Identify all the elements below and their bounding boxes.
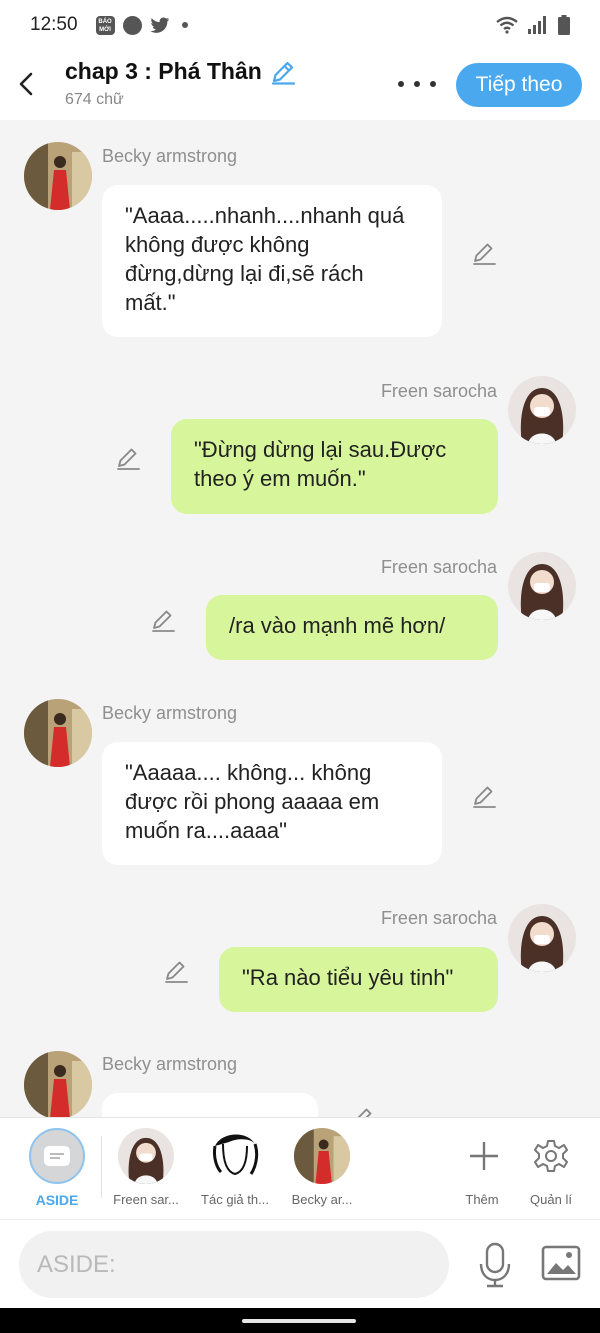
character-freen[interactable]: Freen sar... (108, 1128, 184, 1207)
aside-avatar (29, 1128, 85, 1184)
message-bubble[interactable]: "Aaaa.....nhanh....nhanh quá không được … (102, 185, 442, 337)
message-bubble[interactable]: /ra vào mạnh mẽ hơn/ (206, 595, 498, 660)
battery-icon (558, 15, 570, 35)
compass-icon (122, 15, 142, 35)
input-row (0, 1219, 600, 1308)
character-label: ASIDE (35, 1192, 79, 1208)
image-icon[interactable] (541, 1244, 581, 1282)
add-label: Thêm (465, 1192, 499, 1207)
more-dot-icon (430, 81, 436, 87)
more-dot-icon (414, 81, 420, 87)
bao-moi-icon: BÁO MỚI (95, 15, 115, 35)
sender-name: Becky armstrong (102, 703, 238, 723)
message-bubble[interactable] (102, 1093, 318, 1117)
avatar-freen[interactable] (508, 904, 576, 972)
edit-message-icon[interactable] (350, 1105, 376, 1117)
edit-title-icon[interactable] (270, 59, 296, 85)
word-count: 674 chữ (65, 91, 124, 108)
edit-message-icon[interactable] (150, 607, 176, 633)
back-arrow-icon (19, 72, 33, 96)
chat-area[interactable]: Becky armstrong "Aaaa.....nhanh....nhanh… (0, 120, 600, 1117)
message-bubble[interactable]: "Ra nào tiểu yêu tinh" (219, 947, 498, 1012)
plus-icon (470, 1142, 498, 1170)
character-label: Becky ar... (291, 1192, 353, 1207)
divider (101, 1136, 102, 1198)
manage-label: Quản lí (530, 1192, 572, 1207)
more-options-button[interactable] (398, 70, 436, 98)
message-bubble[interactable]: "Aaaaa.... không... không được rồi phong… (102, 742, 442, 865)
edit-message-icon[interactable] (471, 783, 497, 809)
back-button[interactable] (10, 64, 42, 104)
more-dot-icon (398, 81, 404, 87)
sender-name: Freen sarocha (380, 381, 497, 401)
notification-icons: BÁO MỚI (95, 15, 188, 35)
avatar-freen[interactable] (508, 552, 576, 620)
character-bar: ASIDE Freen sar... Tác giả th... Becky a… (0, 1117, 600, 1219)
message-bubble[interactable]: "Đừng dừng lại sau.Được theo ý em muốn." (171, 419, 498, 514)
aside-bubble-icon (44, 1146, 70, 1166)
dot-icon (181, 22, 188, 28)
character-aside[interactable]: ASIDE (26, 1128, 88, 1208)
signal-icon (528, 16, 546, 34)
system-nav-bar (0, 1308, 600, 1333)
character-label: Tác giả th... (201, 1192, 269, 1207)
gear-icon (534, 1140, 568, 1172)
wifi-icon (496, 16, 518, 34)
aside-input[interactable] (19, 1231, 449, 1298)
edit-message-icon[interactable] (115, 445, 141, 471)
edit-message-icon[interactable] (471, 240, 497, 266)
home-gesture-handle[interactable] (242, 1319, 356, 1323)
status-time: 12:50 (30, 14, 78, 35)
manage-button[interactable]: Quản lí (522, 1128, 580, 1207)
avatar-becky[interactable] (24, 699, 92, 767)
character-author[interactable]: Tác giả th... (195, 1128, 275, 1207)
avatar-author (207, 1128, 263, 1184)
sender-name: Becky armstrong (102, 146, 238, 166)
sender-name: Freen sarocha (380, 908, 497, 928)
chapter-title-row[interactable]: chap 3 : Phá Thân (65, 58, 296, 85)
chapter-title: chap 3 : Phá Thân (65, 58, 262, 84)
status-bar: 12:50 BÁO MỚI (0, 0, 600, 50)
avatar-freen (118, 1128, 174, 1184)
microphone-icon[interactable] (477, 1242, 513, 1288)
avatar-becky[interactable] (24, 142, 92, 210)
edit-message-icon[interactable] (163, 958, 189, 984)
avatar-becky (294, 1128, 350, 1184)
sender-name: Becky armstrong (102, 1054, 238, 1074)
character-becky[interactable]: Becky ar... (284, 1128, 360, 1207)
sender-name: Freen sarocha (380, 557, 497, 577)
twitter-icon (150, 17, 169, 33)
add-character-button[interactable]: Thêm (456, 1128, 508, 1207)
next-chapter-button[interactable]: Tiếp theo (456, 63, 582, 107)
avatar-becky[interactable] (24, 1051, 92, 1117)
character-label: Freen sar... (113, 1192, 179, 1207)
avatar-freen[interactable] (508, 376, 576, 444)
app-header: chap 3 : Phá Thân 674 chữ Tiếp theo (0, 50, 600, 120)
